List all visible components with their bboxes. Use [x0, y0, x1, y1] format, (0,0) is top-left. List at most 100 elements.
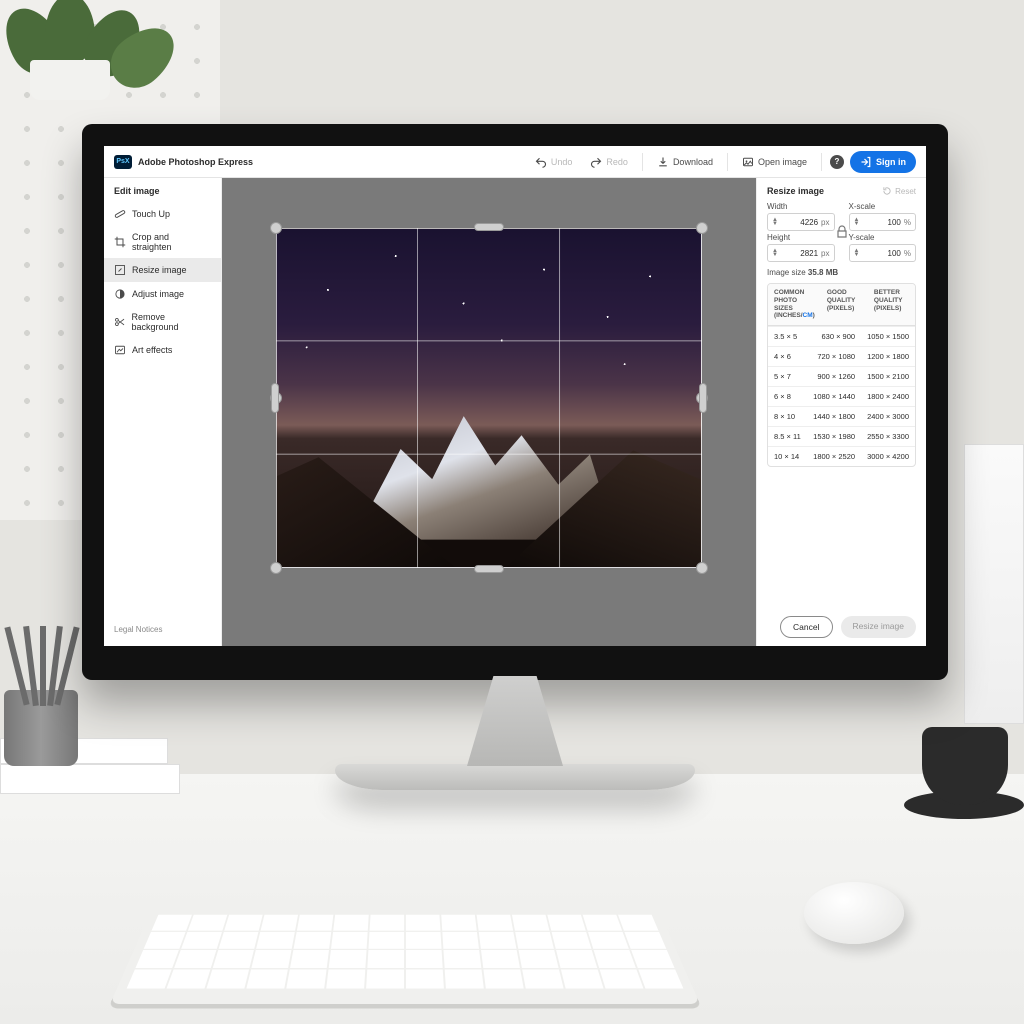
open-image-button[interactable]: Open image: [736, 152, 813, 172]
xscale-field[interactable]: ▲▼ 100 %: [849, 213, 917, 231]
undo-icon: [535, 156, 547, 168]
panel-title: Resize image: [767, 186, 824, 196]
help-button[interactable]: ?: [830, 155, 844, 169]
undo-button[interactable]: Undo: [529, 152, 579, 172]
resize-handle-bottom[interactable]: [474, 565, 504, 573]
resize-handle-left[interactable]: [271, 383, 279, 413]
sidebar-item-adjust[interactable]: Adjust image: [104, 282, 221, 306]
app-title: Adobe Photoshop Express: [138, 157, 253, 167]
sidebar-item-label: Crop and straighten: [132, 232, 211, 252]
table-row[interactable]: 6 × 81080 × 14401800 × 2400: [768, 386, 915, 406]
table-header: COMMON PHOTO SIZES (INCHES/CM) GOOD QUAL…: [768, 284, 915, 326]
open-image-label: Open image: [758, 157, 807, 167]
sidebar-item-resize[interactable]: Resize image: [104, 258, 221, 282]
resize-handle-right[interactable]: [699, 383, 707, 413]
bandage-icon: [114, 208, 126, 220]
sidebar-item-art-effects[interactable]: Art effects: [104, 338, 221, 362]
apply-button[interactable]: Resize image: [841, 616, 917, 638]
signin-label: Sign in: [876, 157, 906, 167]
mouse: [804, 882, 904, 944]
table-row[interactable]: 3.5 × 5630 × 9001050 × 1500: [768, 326, 915, 346]
resize-handle-bottom-right[interactable]: [696, 562, 708, 574]
signin-button[interactable]: Sign in: [850, 151, 916, 173]
sidebar-item-label: Remove background: [131, 312, 211, 332]
redo-button[interactable]: Redo: [584, 152, 634, 172]
table-row[interactable]: 4 × 6720 × 10801200 × 1800: [768, 346, 915, 366]
yscale-unit: %: [904, 249, 911, 258]
yscale-label: Y-scale: [849, 233, 917, 242]
height-label: Height: [767, 233, 835, 242]
table-row[interactable]: 8.5 × 111530 × 19802550 × 3300: [768, 426, 915, 446]
scissors-icon: [114, 316, 125, 328]
size-table: COMMON PHOTO SIZES (INCHES/CM) GOOD QUAL…: [767, 283, 916, 467]
monitor-stand-neck: [455, 676, 575, 766]
width-unit: px: [821, 218, 829, 227]
lock-aspect-icon[interactable]: [836, 225, 848, 239]
table-row[interactable]: 10 × 141800 × 25203000 × 4200: [768, 446, 915, 466]
table-row[interactable]: 8 × 101440 × 18002400 × 3000: [768, 406, 915, 426]
sidebar-item-crop[interactable]: Crop and straighten: [104, 226, 221, 258]
reset-label: Reset: [895, 187, 916, 196]
sidebar-item-label: Touch Up: [132, 209, 170, 219]
mountain-illustration: [277, 371, 701, 567]
adjust-icon: [114, 288, 126, 300]
sidebar-item-touch-up[interactable]: Touch Up: [104, 202, 221, 226]
stepper-icon[interactable]: ▲▼: [772, 218, 778, 226]
image-icon: [742, 156, 754, 168]
height-field[interactable]: ▲▼ 2821 px: [767, 244, 835, 262]
app-window: PsX Adobe Photoshop Express Undo Redo Do…: [104, 146, 926, 646]
image-size: Image size 35.8 MB: [767, 268, 916, 277]
width-label: Width: [767, 202, 835, 211]
reset-button[interactable]: Reset: [882, 186, 916, 196]
sidebar-item-label: Art effects: [132, 345, 172, 355]
yscale-value: 100: [862, 249, 900, 258]
plant: [0, 0, 160, 100]
sidebar-title: Edit image: [104, 186, 221, 202]
image-frame[interactable]: [276, 228, 702, 568]
undo-label: Undo: [551, 157, 573, 167]
resize-icon: [114, 264, 126, 276]
width-field[interactable]: ▲▼ 4226 px: [767, 213, 835, 231]
art-icon: [114, 344, 126, 356]
keyboard: [110, 854, 700, 1004]
legal-notices-link[interactable]: Legal Notices: [104, 619, 221, 640]
height-unit: px: [821, 249, 829, 258]
crop-icon: [114, 236, 126, 248]
width-value: 4226: [781, 218, 818, 227]
topbar: PsX Adobe Photoshop Express Undo Redo Do…: [104, 146, 926, 178]
download-label: Download: [673, 157, 713, 167]
stepper-icon[interactable]: ▲▼: [854, 218, 860, 226]
download-button[interactable]: Download: [651, 152, 719, 172]
monitor-stand-base: [335, 764, 695, 790]
redo-icon: [590, 156, 602, 168]
signin-icon: [860, 156, 872, 168]
pencil-cup: [0, 626, 90, 766]
xscale-label: X-scale: [849, 202, 917, 211]
canvas[interactable]: [222, 178, 756, 646]
yscale-field[interactable]: ▲▼ 100 %: [849, 244, 917, 262]
app-logo: PsX: [114, 155, 132, 169]
cancel-button[interactable]: Cancel: [780, 616, 832, 638]
redo-label: Redo: [606, 157, 628, 167]
monitor: PsX Adobe Photoshop Express Undo Redo Do…: [82, 124, 948, 790]
working-image[interactable]: [276, 228, 702, 568]
stepper-icon[interactable]: ▲▼: [854, 249, 860, 257]
xscale-unit: %: [904, 218, 911, 227]
download-icon: [657, 156, 669, 168]
sidebar-item-label: Resize image: [132, 265, 187, 275]
sidebar: Edit image Touch Up Crop and straighten …: [104, 178, 222, 646]
resize-handle-top-left[interactable]: [270, 222, 282, 234]
sidebar-item-label: Adjust image: [132, 289, 184, 299]
sidebar-item-remove-bg[interactable]: Remove background: [104, 306, 221, 338]
resize-handle-top-right[interactable]: [696, 222, 708, 234]
resize-handle-bottom-left[interactable]: [270, 562, 282, 574]
reset-icon: [882, 186, 892, 196]
monitor-bezel: PsX Adobe Photoshop Express Undo Redo Do…: [82, 124, 948, 680]
properties-panel: Resize image Reset Width ▲▼ 4226: [756, 178, 926, 646]
storage-box: [964, 444, 1024, 724]
resize-handle-top[interactable]: [474, 223, 504, 231]
stepper-icon[interactable]: ▲▼: [772, 249, 778, 257]
table-row[interactable]: 5 × 7900 × 12601500 × 2100: [768, 366, 915, 386]
xscale-value: 100: [862, 218, 900, 227]
height-value: 2821: [781, 249, 818, 258]
